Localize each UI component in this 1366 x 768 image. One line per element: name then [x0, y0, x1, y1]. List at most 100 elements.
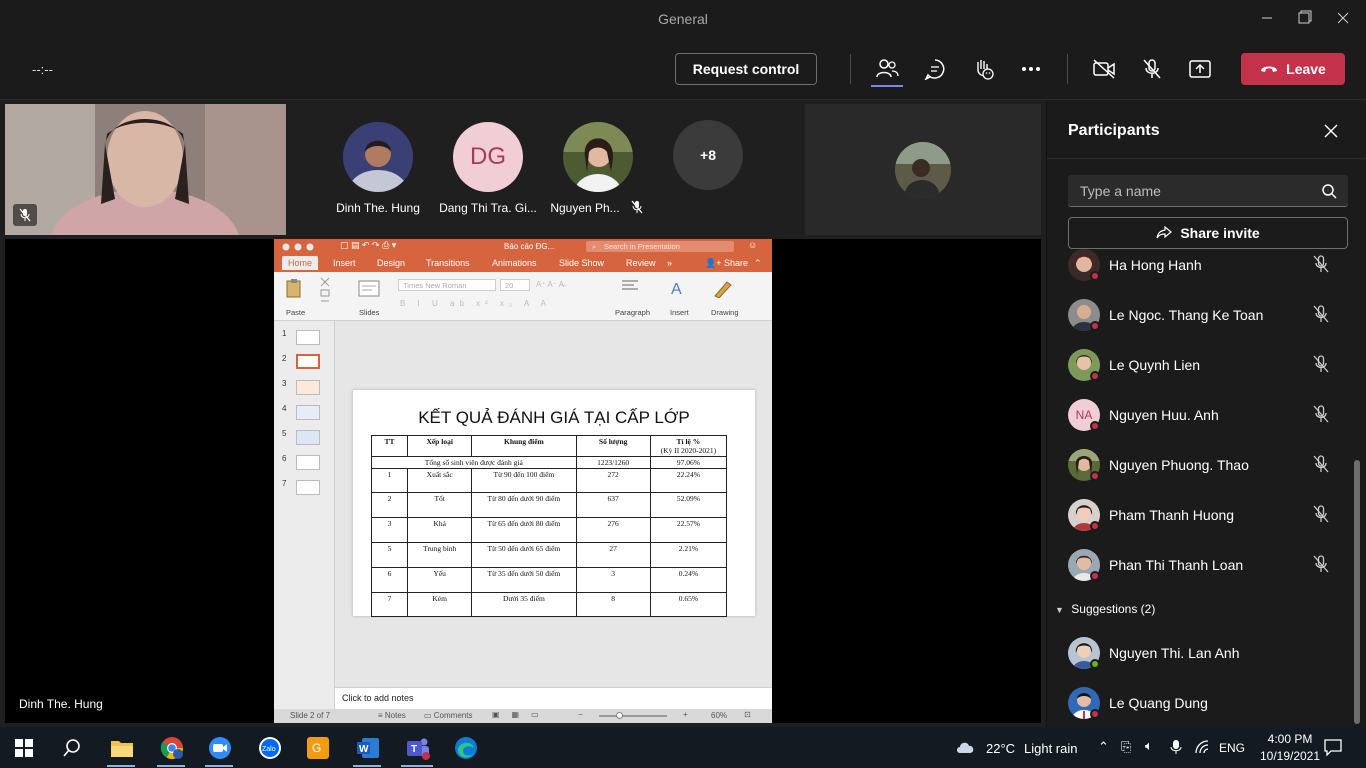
leave-button[interactable]: Leave: [1241, 53, 1345, 85]
slide-thumbnail[interactable]: [296, 430, 320, 445]
participant-row[interactable]: NA Nguyen Huu. Anh: [1068, 396, 1338, 436]
network-icon[interactable]: ⎘: [1121, 739, 1131, 755]
zoom-app-icon[interactable]: [206, 734, 234, 762]
notes-toggle[interactable]: ≡ Notes: [378, 711, 406, 720]
ppt-status-bar: Slide 2 of 7 ≡ Notes ▭ Comments ▣▦▭ − + …: [274, 709, 772, 723]
active-indicator: [871, 85, 903, 87]
clock-time[interactable]: 4:00 PM: [1260, 732, 1320, 746]
avatar-dang-thi-tra[interactable]: DG: [453, 122, 523, 192]
participant-row[interactable]: Phan Thi Thanh Loan: [1068, 546, 1338, 586]
suggestion-row[interactable]: Le Quang Dung: [1068, 684, 1338, 724]
zoom-out-icon[interactable]: −: [578, 710, 583, 719]
font-size-select[interactable]: 20: [500, 279, 530, 291]
comments-toggle[interactable]: ▭ Comments: [424, 711, 472, 720]
panel-scrollbar[interactable]: [1354, 460, 1360, 724]
fit-slide-icon[interactable]: ⊡: [744, 710, 751, 719]
close-window-button[interactable]: [1332, 8, 1354, 30]
suggestion-row[interactable]: Nguyen Thi. Lan Anh: [1068, 634, 1338, 674]
zalo-icon[interactable]: Zalo: [256, 734, 284, 762]
participant-row[interactable]: Pham Thanh Huong: [1068, 496, 1338, 536]
drawing-icon[interactable]: [712, 278, 734, 298]
tab-animations[interactable]: Animations: [492, 258, 537, 268]
slide-thumbnail[interactable]: [296, 380, 320, 395]
collapse-ribbon-icon[interactable]: ⌃: [754, 258, 762, 269]
notes-field[interactable]: Click to add notes: [335, 687, 772, 709]
current-slide[interactable]: KẾT QUẢ ĐÁNH GIÁ TẠI CẤP LỚP TT Xếp loại…: [353, 390, 755, 617]
tab-insert[interactable]: Insert: [333, 258, 356, 268]
file-explorer-icon[interactable]: [108, 734, 136, 762]
view-mode-icons[interactable]: ▣▦▭: [492, 710, 551, 719]
slide-thumbnail-selected[interactable]: [296, 354, 320, 369]
participant-row[interactable]: Nguyen Phuong. Thao: [1068, 446, 1338, 486]
slide-thumbnail[interactable]: [296, 330, 320, 345]
tab-slide-show[interactable]: Slide Show: [559, 258, 604, 268]
zoom-in-icon[interactable]: +: [683, 710, 688, 719]
weather-desc[interactable]: Light rain: [1024, 741, 1077, 756]
tab-review[interactable]: Review: [626, 258, 656, 268]
ppt-search-box[interactable]: ⌕ Search in Presentation: [586, 241, 734, 252]
ppt-share-button[interactable]: 👤+ Share: [705, 258, 748, 269]
paste-icon[interactable]: [284, 278, 304, 298]
more-participants-button[interactable]: +8: [673, 120, 743, 190]
font-size-grow-shrink-icons[interactable]: A⁺ A⁻ A̶: [536, 280, 564, 289]
maximize-button[interactable]: [1294, 8, 1316, 30]
weather-icon[interactable]: [955, 739, 977, 760]
microphone-in-use-icon[interactable]: [1170, 739, 1182, 755]
edge-icon[interactable]: [452, 734, 480, 762]
avatar-dinh-the-hung[interactable]: [343, 122, 413, 192]
participant-row[interactable]: Ha Hong Hanh: [1068, 246, 1338, 286]
wifi-icon[interactable]: [1194, 740, 1210, 754]
input-language[interactable]: ENG: [1219, 741, 1245, 755]
participant-name: Phan Thi Thanh Loan: [1109, 557, 1244, 573]
teams-icon[interactable]: T: [404, 734, 432, 762]
suggestions-toggle[interactable]: ▼ Suggestions (2): [1055, 602, 1155, 616]
request-control-button[interactable]: Request control: [675, 53, 817, 85]
table-cell: Tổng số sinh viên được đánh giá: [371, 456, 577, 469]
share-tray-icon[interactable]: [1186, 55, 1214, 83]
participant-row[interactable]: Le Ngoc. Thang Ke Toan: [1068, 296, 1338, 336]
paragraph-icon[interactable]: [620, 279, 640, 293]
weather-temp[interactable]: 22°C: [986, 741, 1015, 756]
participants-icon[interactable]: [873, 55, 901, 83]
font-size-value: 20: [505, 281, 514, 290]
zoom-slider[interactable]: [599, 712, 667, 719]
suggestions-label: Suggestions (2): [1071, 602, 1156, 616]
video-tile-other[interactable]: [805, 104, 1041, 235]
slide-thumbnail[interactable]: [296, 480, 320, 495]
share-invite-button[interactable]: Share invite: [1068, 217, 1348, 249]
font-name-select[interactable]: Times New Roman: [398, 279, 496, 291]
table-header-row: TT Xếp loại Khung điểm Số lượng Tỉ lệ %(…: [370, 435, 728, 457]
mic-off-icon[interactable]: [1138, 55, 1166, 83]
clock-date[interactable]: 10/19/2021: [1252, 749, 1328, 763]
slide-thumbnail[interactable]: [296, 405, 320, 420]
slide-thumbnails-pane: 1 2 3 4 5 6 7: [274, 321, 335, 709]
video-tile-self[interactable]: [5, 104, 286, 235]
notifications-icon[interactable]: [1324, 739, 1342, 756]
volume-icon[interactable]: 🔈︎: [1145, 738, 1153, 754]
participant-search-input[interactable]: Type a name: [1068, 175, 1348, 207]
avatar-nguyen-ph[interactable]: [563, 122, 633, 192]
smiley-icon[interactable]: ☺: [748, 240, 757, 250]
tab-design[interactable]: Design: [377, 258, 405, 268]
chrome-icon[interactable]: [158, 734, 186, 762]
windows-start-icon[interactable]: [10, 734, 38, 762]
zoom-slider-thumb[interactable]: [616, 712, 623, 719]
slide-thumbnail[interactable]: [296, 455, 320, 470]
word-icon[interactable]: W: [354, 734, 382, 762]
tab-home[interactable]: Home: [282, 256, 319, 270]
close-panel-icon[interactable]: [1324, 124, 1338, 143]
camera-off-icon[interactable]: [1090, 55, 1118, 83]
slides-icon[interactable]: [358, 280, 380, 298]
chat-icon[interactable]: [921, 55, 949, 83]
participant-row[interactable]: Le Quynh Lien: [1068, 346, 1338, 386]
text-format-buttons[interactable]: B I U ab x² x₂ A A: [400, 299, 551, 308]
more-options-icon[interactable]: [1017, 55, 1045, 83]
tray-chevron-icon[interactable]: ⌃: [1098, 739, 1109, 755]
tab-more[interactable]: »: [667, 258, 672, 268]
reactions-icon[interactable]: [969, 55, 997, 83]
search-icon[interactable]: [58, 734, 86, 762]
insert-icon[interactable]: A: [668, 278, 688, 298]
minimize-button[interactable]: [1256, 8, 1278, 30]
tab-transitions[interactable]: Transitions: [426, 258, 470, 268]
foxit-pdf-icon[interactable]: G: [304, 734, 332, 762]
